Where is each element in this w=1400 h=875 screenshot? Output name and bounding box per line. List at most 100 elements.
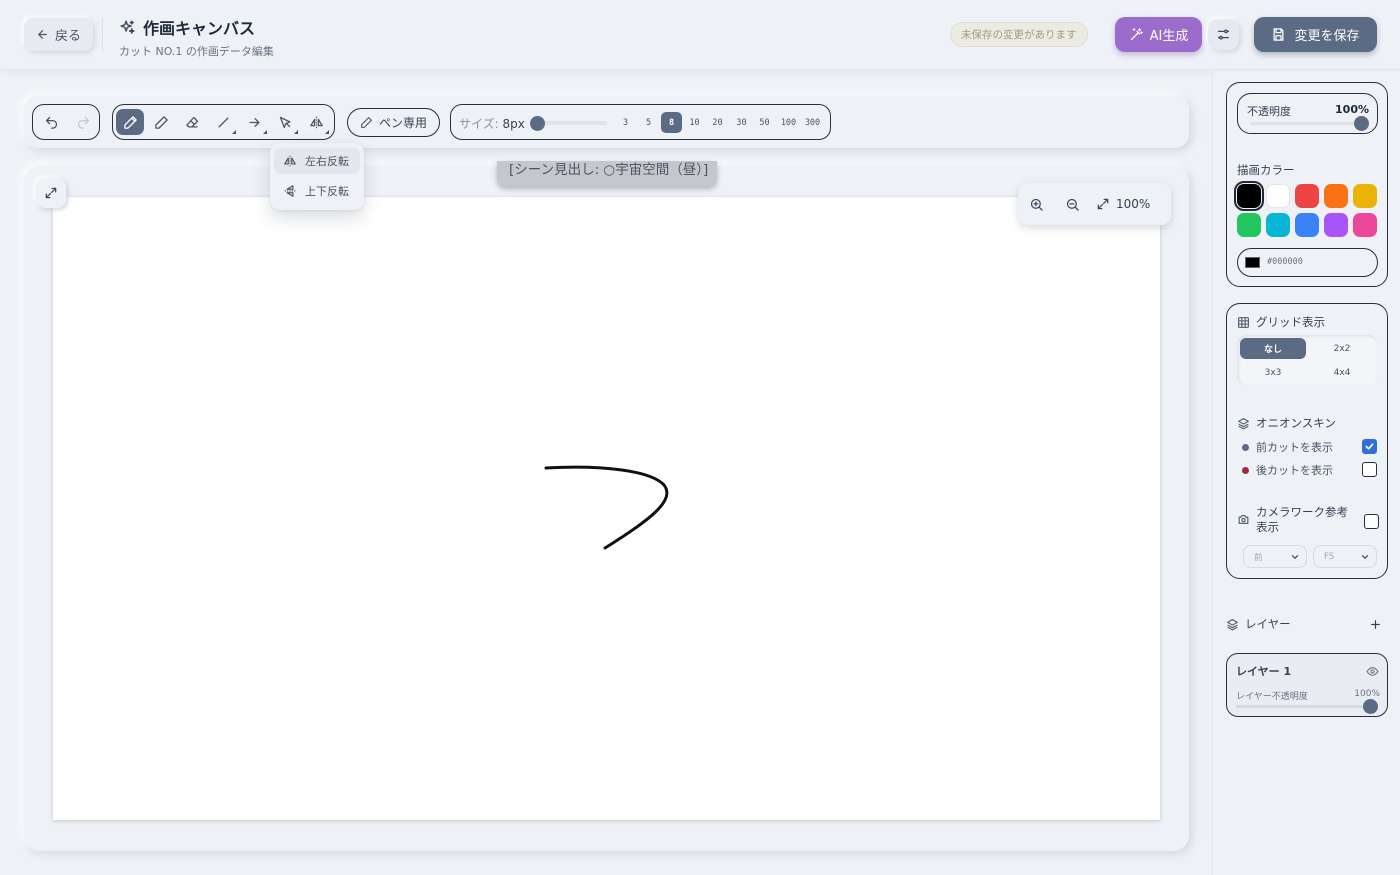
sliders-icon (1217, 29, 1230, 40)
camera-select-1[interactable]: 前 (1243, 545, 1307, 568)
onion-prev-checkbox[interactable] (1362, 439, 1377, 454)
camera-select-2-value: FS (1324, 551, 1335, 562)
grid-option-3x3[interactable]: 3x3 (1240, 362, 1306, 383)
camera-label: カメラワーク参考表示 (1256, 505, 1348, 534)
hex-color-value: #000000 (1267, 257, 1303, 267)
fullscreen-button[interactable] (36, 178, 66, 208)
settings-button[interactable] (1208, 19, 1239, 50)
color-swatch[interactable] (1295, 184, 1319, 208)
unsaved-badge: 未保存の変更があります (950, 22, 1088, 47)
tool-group (112, 104, 335, 140)
back-button[interactable]: 戻る (24, 18, 94, 51)
size-preset-300[interactable]: 300 (801, 112, 824, 133)
grid-option-2x2[interactable]: 2x2 (1309, 338, 1375, 359)
flip-dropdown: 左右反転 上下反転 (270, 143, 364, 210)
pen-only-label: ペン専用 (379, 116, 428, 130)
ai-generate-button[interactable]: AI生成 (1115, 17, 1202, 52)
camera-checkbox[interactable] (1364, 514, 1379, 529)
submenu-corner-icon (294, 130, 298, 134)
flip-horizontal-item[interactable]: 左右反転 (274, 148, 360, 174)
size-preset-50[interactable]: 50 (754, 112, 775, 133)
history-group (32, 104, 100, 140)
page-subtitle: カット NO.1 の作画データ編集 (119, 45, 274, 58)
title-block: 作画キャンバス カット NO.1 の作画データ編集 (119, 15, 274, 59)
page-title: 作画キャンバス (143, 19, 256, 38)
arrow-icon (249, 117, 259, 127)
size-preset-5[interactable]: 5 (638, 112, 659, 133)
grid-section-title: グリッド表示 (1237, 314, 1325, 330)
select-tool-button[interactable] (271, 109, 299, 135)
eraser-icon (185, 116, 198, 127)
brush-size-thumb[interactable] (530, 116, 545, 131)
zoom-level: 100% (1116, 197, 1151, 211)
arrow-left-icon (38, 30, 47, 39)
drawing-canvas[interactable] (53, 197, 1160, 820)
color-swatch[interactable] (1324, 184, 1348, 208)
chevron-down-icon (1291, 554, 1299, 559)
flip-tool-button[interactable] (302, 109, 330, 135)
pencil-tool-button[interactable] (147, 109, 175, 135)
size-preset-100[interactable]: 100 (777, 112, 800, 133)
redo-button[interactable] (69, 109, 97, 135)
color-swatch[interactable] (1295, 213, 1319, 237)
pen-only-toggle[interactable]: ペン専用 (347, 108, 441, 137)
add-layer-button[interactable] (1363, 612, 1387, 636)
color-swatch[interactable] (1237, 213, 1261, 237)
onion-next-row: 後カットを表示 (1242, 462, 1333, 478)
undo-icon (45, 116, 57, 129)
size-preset-8[interactable]: 8 (661, 112, 682, 133)
onion-prev-label: 前カットを表示 (1256, 441, 1333, 454)
pen-tool-button[interactable] (116, 109, 144, 135)
line-tool-button[interactable] (209, 109, 237, 135)
color-swatch[interactable] (1353, 213, 1377, 237)
size-key: サイズ: (459, 117, 499, 131)
layer-name: レイヤー 1 (1236, 665, 1292, 678)
grid-icon (1238, 316, 1249, 328)
eye-icon (1366, 667, 1379, 676)
save-button[interactable]: 変更を保存 (1254, 17, 1377, 52)
flip-vertical-item[interactable]: 上下反転 (274, 178, 360, 204)
camera-select-2[interactable]: FS (1313, 545, 1377, 568)
eraser-tool-button[interactable] (178, 109, 206, 135)
color-swatch[interactable] (1266, 184, 1290, 208)
size-preset-3[interactable]: 3 (615, 112, 636, 133)
color-swatch[interactable] (1353, 184, 1377, 208)
camera-icon (1238, 515, 1249, 524)
select-icon (279, 116, 290, 128)
layer-opacity-value: 100% (1354, 689, 1380, 699)
grid-option-none[interactable]: なし (1240, 338, 1306, 359)
zoom-in-button[interactable] (1018, 189, 1054, 219)
line-icon (218, 117, 228, 127)
color-swatch[interactable] (1234, 181, 1264, 211)
zoom-reset-button[interactable]: 100% (1090, 197, 1150, 211)
save-icon (1273, 28, 1284, 41)
next-indicator-dot (1242, 466, 1249, 474)
hex-color-input[interactable]: #000000 (1237, 248, 1378, 277)
header-divider (102, 18, 103, 52)
back-label: 戻る (55, 29, 82, 44)
zoom-out-button[interactable] (1054, 189, 1090, 219)
layer-opacity-thumb[interactable] (1363, 699, 1378, 714)
hex-color-chip (1245, 257, 1260, 268)
size-preset-30[interactable]: 30 (731, 112, 752, 133)
submenu-corner-icon (325, 130, 329, 134)
undo-button[interactable] (37, 109, 65, 135)
chevron-down-icon (1361, 554, 1369, 559)
grid-option-4x4[interactable]: 4x4 (1309, 362, 1375, 383)
fit-icon (1097, 198, 1109, 210)
scene-heading-label: [シーン見出し: ○宇宙空間（昼）] (497, 161, 717, 186)
opacity-thumb[interactable] (1354, 116, 1369, 131)
size-preset-20[interactable]: 20 (707, 112, 728, 133)
zoom-controls: 100% (1018, 183, 1171, 225)
brush-size-group: サイズ: 8px 3 5 8 10 20 30 50 100 300 (450, 104, 831, 140)
color-swatch[interactable] (1324, 213, 1348, 237)
size-preset-10[interactable]: 10 (684, 112, 705, 133)
opacity-slider[interactable] (1250, 122, 1367, 125)
arrow-tool-button[interactable] (240, 109, 268, 135)
layers-section-title: レイヤー (1226, 616, 1291, 632)
onion-next-checkbox[interactable] (1362, 462, 1377, 477)
color-swatch[interactable] (1266, 213, 1290, 237)
visibility-toggle[interactable] (1366, 663, 1379, 682)
layer-opacity-slider[interactable] (1236, 705, 1372, 708)
layer-item[interactable]: レイヤー 1 レイヤー不透明度 100% (1226, 653, 1388, 717)
